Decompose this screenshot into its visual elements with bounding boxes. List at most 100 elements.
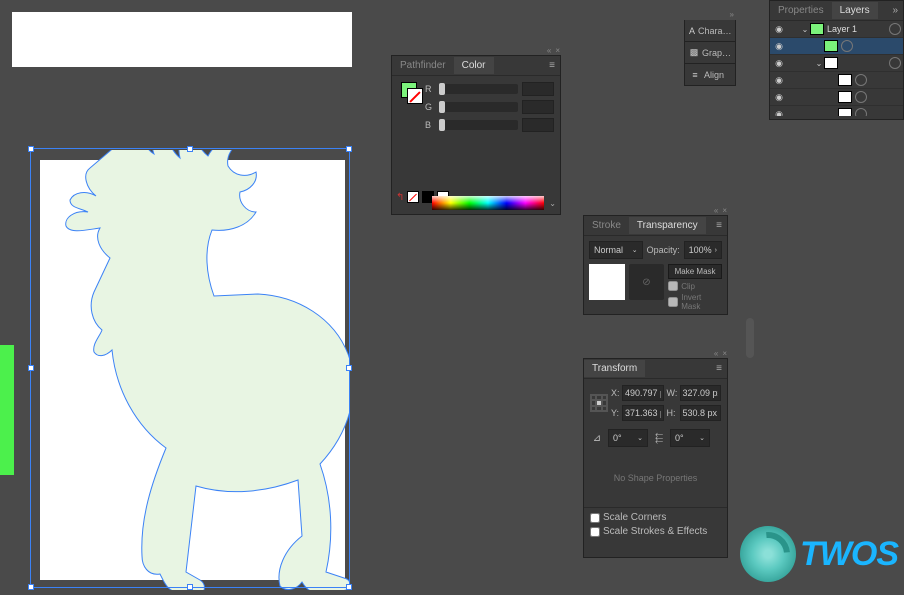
swap-colors-icon[interactable]: ↰	[396, 192, 404, 203]
visibility-eye-icon[interactable]: ◉	[770, 109, 788, 117]
shear-icon: ⬱	[652, 433, 666, 444]
panel-divider-handle[interactable]	[746, 318, 754, 358]
tab-stroke[interactable]: Stroke	[584, 217, 629, 234]
transparency-menu-icon[interactable]: ≡	[711, 220, 727, 231]
twos-watermark: TWOS	[740, 526, 898, 582]
b-value[interactable]	[522, 118, 554, 132]
spectrum-expand-icon[interactable]: ⌄	[549, 199, 556, 208]
handle-mid-left[interactable]	[28, 365, 34, 371]
layer-color-swatch	[824, 40, 838, 52]
layer-row[interactable]: ◉	[770, 38, 903, 55]
tab-pathfinder[interactable]: Pathfinder	[392, 57, 454, 74]
layer-target-icon[interactable]	[855, 74, 867, 86]
fill-stroke-swatch[interactable]	[401, 82, 423, 104]
g-value[interactable]	[522, 100, 554, 114]
g-label: G	[425, 102, 435, 112]
layer-name-label	[841, 40, 903, 52]
transform-menu-icon[interactable]: ≡	[711, 363, 727, 374]
layer-row[interactable]: ◉	[770, 72, 903, 89]
dock-graphic-styles[interactable]: ▩ Grap…	[684, 42, 736, 64]
b-slider[interactable]	[439, 120, 518, 130]
shear-dropdown[interactable]: 0° ⌄	[670, 429, 710, 447]
transparency-header: Stroke Transparency ≡	[584, 216, 727, 236]
rotate-value: 0°	[613, 433, 622, 443]
reference-point-selector[interactable]	[590, 394, 608, 412]
rotate-dropdown[interactable]: 0° ⌄	[608, 429, 648, 447]
panel-collapse-icon[interactable]: «	[547, 46, 551, 56]
opacity-dropdown[interactable]: 100% ›	[684, 241, 722, 259]
scale-corners-label: Scale Corners	[603, 512, 666, 523]
stroke-swatch[interactable]	[407, 88, 423, 104]
layer-row[interactable]: ◉⌄Layer 1	[770, 21, 903, 38]
mask-preview-thumbnail[interactable]	[589, 264, 625, 300]
layer-color-swatch	[838, 91, 852, 103]
visibility-eye-icon[interactable]: ◉	[770, 41, 788, 52]
visibility-eye-icon[interactable]: ◉	[770, 58, 788, 69]
h-label: H:	[667, 408, 677, 418]
layer-row[interactable]: ◉	[770, 106, 903, 116]
x-input[interactable]	[622, 385, 664, 401]
scale-corners-checkbox[interactable]	[590, 513, 600, 523]
handle-top-right[interactable]	[346, 146, 352, 152]
tab-color[interactable]: Color	[454, 57, 494, 74]
dock-align[interactable]: ≡ Align	[684, 64, 736, 86]
canvas-area[interactable]	[0, 0, 365, 588]
scale-strokes-checkbox[interactable]	[590, 527, 600, 537]
dock-collapse-icon[interactable]: »	[730, 10, 734, 20]
handle-bottom-left[interactable]	[28, 584, 34, 590]
layer-color-swatch	[810, 23, 824, 35]
make-mask-button[interactable]: Make Mask	[668, 264, 722, 279]
h-input[interactable]	[680, 405, 722, 421]
invert-mask-label: Invert Mask	[681, 293, 722, 311]
color-spectrum[interactable]	[432, 196, 544, 210]
layer-target-icon[interactable]	[889, 23, 901, 35]
transf-close-icon[interactable]: ×	[722, 349, 727, 358]
visibility-eye-icon[interactable]: ◉	[770, 75, 788, 86]
artboard-strip	[12, 12, 352, 67]
color-panel: «× Pathfinder Color ≡ R G	[391, 55, 561, 215]
layer-target-icon[interactable]	[889, 57, 901, 69]
tab-transform[interactable]: Transform	[584, 360, 645, 377]
r-slider[interactable]	[439, 84, 518, 94]
g-slider[interactable]	[439, 102, 518, 112]
handle-mid-right[interactable]	[346, 365, 352, 371]
tab-layers[interactable]: Layers	[832, 2, 878, 19]
mask-none-thumbnail[interactable]: ⊘	[629, 264, 665, 300]
layer-target-icon[interactable]	[855, 91, 867, 103]
align-icon: ≡	[689, 69, 701, 81]
invert-mask-checkbox	[668, 297, 678, 307]
visibility-eye-icon[interactable]: ◉	[770, 24, 788, 35]
w-input[interactable]	[680, 385, 722, 401]
dock-character[interactable]: A Chara…	[684, 20, 736, 42]
layer-name-label	[855, 74, 903, 86]
y-input[interactable]	[622, 405, 664, 421]
layer-target-icon[interactable]	[855, 108, 867, 116]
handle-bottom-right[interactable]	[346, 584, 352, 590]
layer-row[interactable]: ◉⌄	[770, 55, 903, 72]
r-value[interactable]	[522, 82, 554, 96]
transp-collapse-icon[interactable]: «	[714, 206, 718, 215]
chevron-down-icon: ⌄	[632, 246, 638, 254]
tab-transparency[interactable]: Transparency	[629, 217, 706, 234]
w-label: W:	[667, 388, 677, 398]
panel-close-icon[interactable]: ×	[555, 46, 560, 56]
handle-top-left[interactable]	[28, 146, 34, 152]
blend-mode-dropdown[interactable]: Normal ⌄	[589, 241, 643, 259]
chevron-down-icon: ⌄	[699, 434, 705, 442]
layers-menu-icon[interactable]: »	[887, 5, 903, 16]
expand-twisty-icon[interactable]: ⌄	[814, 59, 824, 68]
none-color-icon[interactable]	[407, 191, 419, 203]
panel-menu-icon[interactable]: ≡	[544, 60, 560, 71]
visibility-eye-icon[interactable]: ◉	[770, 92, 788, 103]
selection-bounding-box[interactable]	[30, 148, 350, 588]
handle-top-mid[interactable]	[187, 146, 193, 152]
transform-header: Transform ≡	[584, 359, 727, 379]
layer-target-icon[interactable]	[841, 40, 853, 52]
transf-collapse-icon[interactable]: «	[714, 349, 718, 358]
tab-properties[interactable]: Properties	[770, 2, 832, 19]
layer-row[interactable]: ◉	[770, 89, 903, 106]
expand-twisty-icon[interactable]: ⌄	[800, 25, 810, 34]
handle-bottom-mid[interactable]	[187, 584, 193, 590]
transp-close-icon[interactable]: ×	[722, 206, 727, 215]
transparency-panel: «× Stroke Transparency ≡ Normal ⌄ Opacit…	[583, 215, 728, 315]
